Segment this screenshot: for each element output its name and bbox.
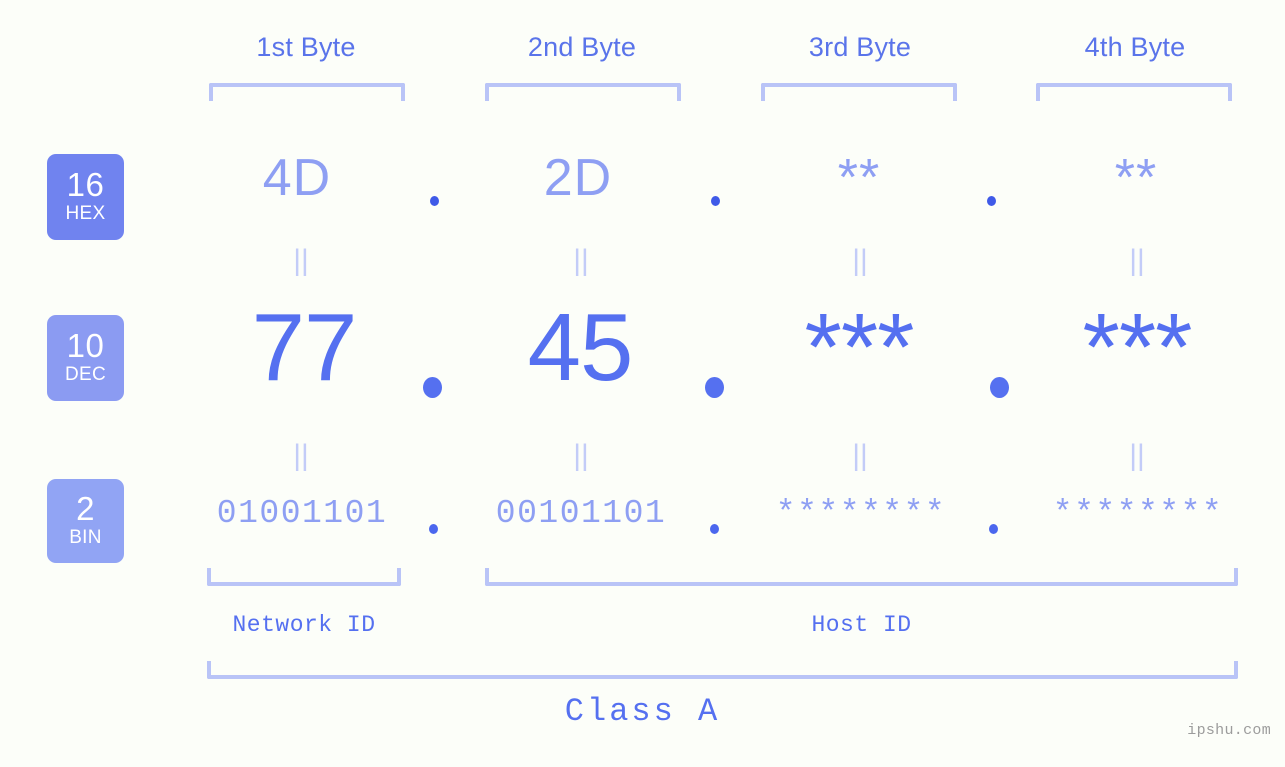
host-id-bracket xyxy=(485,568,1238,586)
hex-octet-1: 4D xyxy=(262,149,332,207)
bin-separator-dot-1 xyxy=(429,524,438,534)
base-badge-hex-number: 16 xyxy=(66,165,105,203)
equals-dec-bin-3: || xyxy=(852,439,868,472)
hex-separator-dot-1 xyxy=(430,196,439,206)
dec-separator-dot-2 xyxy=(705,377,724,398)
hex-separator-dot-3 xyxy=(987,196,996,206)
equals-hex-dec-4: || xyxy=(1129,244,1145,277)
base-badge-dec-number: 10 xyxy=(66,326,105,364)
dec-octet-2: 45 xyxy=(527,294,634,401)
byte-header-label-3: 3rd Byte xyxy=(808,32,912,62)
dec-separator-dot-1 xyxy=(423,377,442,398)
byte-bracket-4 xyxy=(1036,83,1232,101)
bin-octet-1: 01001101 xyxy=(216,495,388,532)
bin-octet-3: ******** xyxy=(775,495,947,532)
base-badge-dec: 10 DEC xyxy=(47,315,124,401)
base-badge-dec-name: DEC xyxy=(64,364,106,386)
equals-dec-bin-4: || xyxy=(1129,439,1145,472)
hex-octet-4: ** xyxy=(1114,149,1158,207)
byte-header-label-2: 2nd Byte xyxy=(527,32,637,62)
byte-bracket-1 xyxy=(209,83,405,101)
equals-hex-dec-2: || xyxy=(573,244,589,277)
base-badge-bin: 2 BIN xyxy=(47,479,124,563)
base-badge-hex-name: HEX xyxy=(65,203,106,225)
class-label: Class A xyxy=(564,693,721,730)
bin-octet-4: ******** xyxy=(1052,495,1224,532)
ip-address-breakdown-diagram: 1st Byte 2nd Byte 3rd Byte 4th Byte 16 H… xyxy=(0,0,1285,767)
equals-dec-bin-1: || xyxy=(293,439,309,472)
hex-separator-dot-2 xyxy=(711,196,720,206)
base-badge-hex: 16 HEX xyxy=(47,154,124,240)
base-badge-bin-number: 2 xyxy=(76,489,95,527)
host-id-label: Host ID xyxy=(811,612,912,638)
site-watermark: ipshu.com xyxy=(1187,722,1271,739)
equals-hex-dec-1: || xyxy=(293,244,309,277)
class-bracket xyxy=(207,661,1238,679)
equals-hex-dec-3: || xyxy=(852,244,868,277)
network-id-label: Network ID xyxy=(232,612,376,638)
hex-octet-2: 2D xyxy=(543,149,613,207)
bin-separator-dot-3 xyxy=(989,524,998,534)
byte-bracket-2 xyxy=(485,83,681,101)
bin-octet-2: 00101101 xyxy=(495,495,667,532)
byte-bracket-3 xyxy=(761,83,957,101)
bin-separator-dot-2 xyxy=(710,524,719,534)
byte-header-label-1: 1st Byte xyxy=(256,32,356,62)
dec-octet-4: *** xyxy=(1082,294,1192,401)
base-badge-bin-name: BIN xyxy=(69,527,102,549)
hex-octet-3: ** xyxy=(837,149,881,207)
dec-octet-3: *** xyxy=(804,294,914,401)
equals-dec-bin-2: || xyxy=(573,439,589,472)
network-id-bracket xyxy=(207,568,401,586)
dec-octet-1: 77 xyxy=(251,294,358,401)
byte-header-label-4: 4th Byte xyxy=(1084,32,1186,62)
